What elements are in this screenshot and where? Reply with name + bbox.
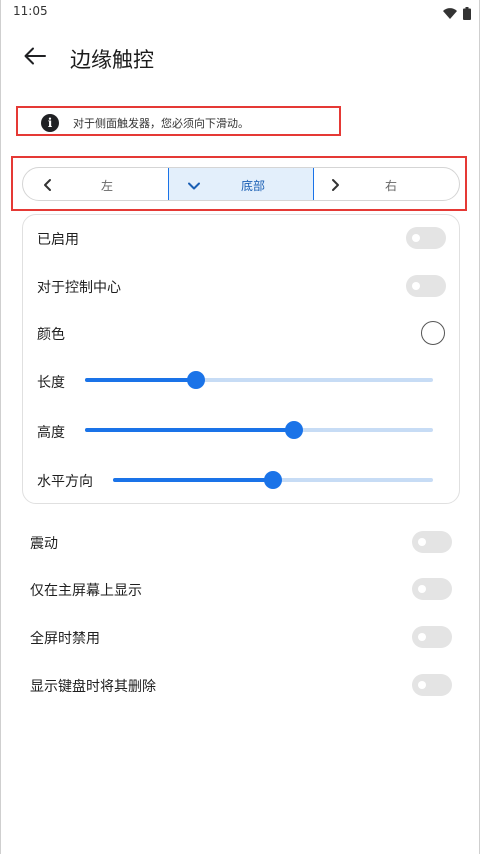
edge-option-bottom[interactable]: 底部 (168, 168, 314, 200)
length-label: 长度 (37, 375, 65, 391)
vibration-label: 震动 (30, 536, 58, 552)
back-button[interactable] (21, 44, 49, 72)
toggle-knob (418, 633, 426, 641)
chevron-down-icon (187, 178, 201, 192)
edge-option-label: 右 (385, 179, 398, 193)
edge-option-left[interactable]: 左 (23, 168, 169, 200)
app-bar: 边缘触控 (1, 36, 480, 80)
status-icons (443, 5, 471, 24)
height-label: 高度 (37, 425, 65, 441)
edge-option-label: 底部 (241, 179, 266, 193)
trigger-settings-card: 已启用 对于控制中心 颜色 长度 高度 水平方向 (22, 214, 460, 504)
arrow-left-icon (24, 47, 46, 69)
home-only-label: 仅在主屏幕上显示 (30, 583, 142, 599)
slider-fill (113, 478, 273, 482)
notice-text: 对于侧面触发器，您必须向下滑动。 (73, 117, 249, 130)
horizontal-label: 水平方向 (37, 474, 93, 490)
fullscreen-disable-label: 全屏时禁用 (30, 631, 100, 647)
edge-option-label: 左 (101, 179, 114, 193)
slider-thumb[interactable] (264, 471, 282, 489)
toggle-knob (418, 585, 426, 593)
slider-fill (85, 428, 294, 432)
status-time: 11:05 (13, 4, 48, 18)
color-label: 颜色 (37, 327, 65, 343)
info-notice: i 对于侧面触发器，您必须向下滑动。 (16, 106, 341, 136)
toggle-knob (412, 282, 420, 290)
status-bar: 11:05 (1, 0, 480, 24)
fullscreen-disable-toggle[interactable] (412, 626, 452, 648)
height-slider[interactable] (85, 420, 433, 440)
toggle-knob (418, 538, 426, 546)
enabled-toggle[interactable] (406, 227, 446, 249)
horizontal-slider[interactable] (113, 470, 433, 490)
edge-option-right[interactable]: 右 (314, 168, 459, 200)
wifi-icon (443, 5, 457, 24)
battery-icon (463, 5, 471, 24)
toggle-knob (412, 234, 420, 242)
length-slider[interactable] (85, 370, 433, 390)
control-center-toggle[interactable] (406, 275, 446, 297)
control-center-label: 对于控制中心 (37, 280, 121, 296)
slider-fill (85, 378, 197, 382)
vibration-toggle[interactable] (412, 531, 452, 553)
keyboard-remove-toggle[interactable] (412, 674, 452, 696)
page-title: 边缘触控 (70, 48, 154, 72)
chevron-right-icon (328, 177, 342, 191)
info-icon: i (41, 114, 59, 132)
edge-selector: 左 底部 右 (22, 167, 460, 201)
home-only-toggle[interactable] (412, 578, 452, 600)
toggle-knob (418, 681, 426, 689)
slider-thumb[interactable] (187, 371, 206, 389)
keyboard-remove-label: 显示键盘时将其删除 (30, 679, 156, 695)
color-picker-swatch[interactable] (421, 321, 445, 345)
slider-thumb[interactable] (284, 421, 303, 439)
chevron-left-icon (41, 177, 55, 191)
enabled-label: 已启用 (37, 232, 79, 248)
